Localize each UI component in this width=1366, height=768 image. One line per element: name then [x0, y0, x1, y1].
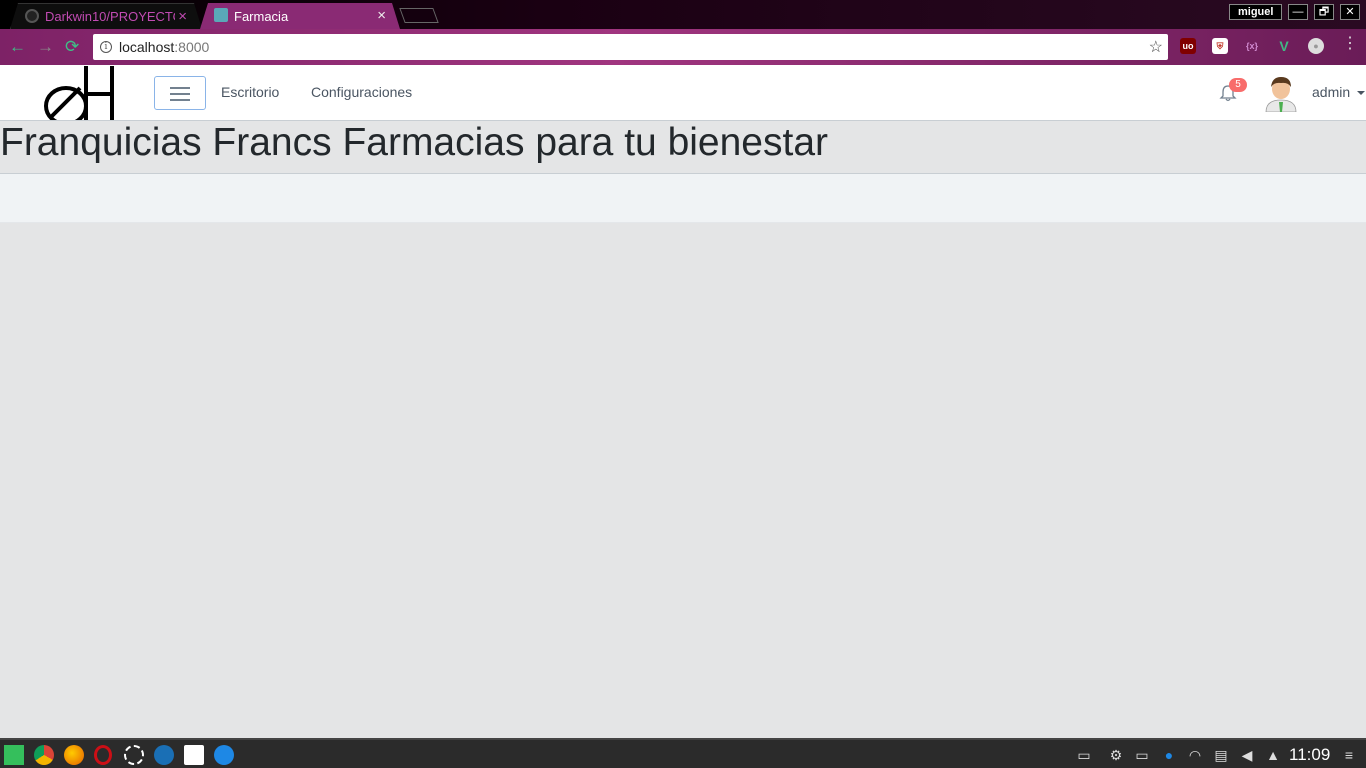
- avatar[interactable]: [1262, 74, 1300, 113]
- tab-label: Darkwin10/PROYECTO: [45, 9, 175, 24]
- chevron-down-icon[interactable]: [1357, 91, 1365, 95]
- ublock-icon[interactable]: uo: [1180, 38, 1196, 54]
- chrome-icon[interactable]: [34, 745, 54, 765]
- tray-expand-icon[interactable]: ▲: [1265, 747, 1281, 763]
- address-bar[interactable]: i localhost:8000 ☆: [93, 34, 1168, 60]
- github-icon: [25, 9, 39, 23]
- clipboard-icon[interactable]: ▤: [1213, 747, 1229, 763]
- brand-logo[interactable]: [42, 66, 116, 120]
- info-icon[interactable]: i: [100, 41, 112, 53]
- volume-icon[interactable]: ◀: [1239, 747, 1255, 763]
- reload-icon[interactable]: ⟳: [65, 37, 79, 57]
- terminal-icon[interactable]: ▭: [1076, 747, 1092, 763]
- profile-button[interactable]: miguel: [1229, 4, 1283, 20]
- favicon-icon: [214, 8, 228, 22]
- os-taskbar: ▭ ⚙ ▭ ● ◠ ▤ ◀ ▲ 11:09 ≡: [0, 738, 1366, 768]
- close-icon[interactable]: ×: [178, 9, 187, 24]
- cypress-icon[interactable]: [124, 745, 144, 765]
- tab-github-project[interactable]: Darkwin10/PROYECTO ×: [10, 3, 202, 29]
- browser-tabstrip: Darkwin10/PROYECTO × Farmacia × miguel —…: [0, 0, 1366, 29]
- nav-link-escritorio[interactable]: Escritorio: [221, 84, 279, 100]
- circle-ext-icon[interactable]: ●: [1308, 38, 1324, 54]
- browser-toolbar: ← → ⟳ i localhost:8000 ☆ uo ⛨ {x} V ●: [0, 29, 1366, 65]
- user-menu-label[interactable]: admin: [1312, 84, 1350, 100]
- back-icon[interactable]: ←: [9, 37, 26, 57]
- sublime-icon[interactable]: [184, 745, 204, 765]
- shield-ext-icon[interactable]: ⛨: [1212, 38, 1228, 54]
- notification-badge: 5: [1229, 78, 1247, 92]
- clock[interactable]: 11:09: [1289, 745, 1330, 765]
- sidebar-toggle-button[interactable]: [154, 76, 206, 110]
- tab-farmacia[interactable]: Farmacia ×: [200, 3, 400, 29]
- opera-icon[interactable]: [94, 745, 112, 765]
- breadcrumb: [0, 173, 1366, 223]
- json-ext-icon[interactable]: {x}: [1244, 38, 1260, 54]
- battery-icon[interactable]: ▭: [1134, 747, 1150, 763]
- app-header: Escritorio Configuraciones 5 admin: [0, 65, 1366, 121]
- nav-link-configuraciones[interactable]: Configuraciones: [311, 84, 412, 100]
- messenger-icon[interactable]: [214, 745, 234, 765]
- forward-icon[interactable]: →: [37, 37, 54, 57]
- manjaro-menu-icon[interactable]: [4, 745, 24, 765]
- close-icon[interactable]: ×: [377, 8, 386, 23]
- settings-gear-icon[interactable]: ⚙: [1108, 747, 1124, 763]
- url-text: localhost:8000: [119, 39, 210, 55]
- vue-devtools-icon[interactable]: V: [1276, 38, 1292, 54]
- restore-button[interactable]: 🗗: [1314, 4, 1334, 20]
- wifi-icon[interactable]: ◠: [1187, 747, 1203, 763]
- firefox-icon[interactable]: [64, 745, 84, 765]
- minimize-button[interactable]: —: [1288, 4, 1308, 20]
- new-tab-button[interactable]: [399, 8, 439, 23]
- bookmark-star-icon[interactable]: ☆: [1149, 37, 1163, 57]
- window-close-button[interactable]: ✕: [1340, 4, 1360, 20]
- page-title: Franquicias Francs Farmacias para tu bie…: [0, 121, 829, 164]
- messenger-tray-icon[interactable]: ●: [1161, 747, 1177, 763]
- browser-menu-icon[interactable]: ⋮: [1342, 36, 1358, 52]
- taskbar-menu-icon[interactable]: ≡: [1341, 747, 1357, 763]
- tab-label: Farmacia: [234, 8, 289, 24]
- app-drop-icon[interactable]: [154, 745, 174, 765]
